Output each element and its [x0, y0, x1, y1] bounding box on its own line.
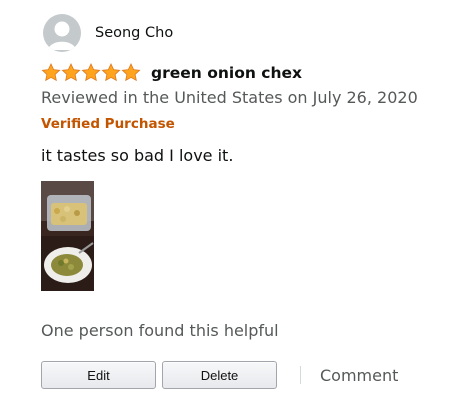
- action-divider: [300, 366, 301, 384]
- comment-link[interactable]: Comment: [320, 366, 398, 385]
- review-actions: Edit Delete Comment: [41, 361, 398, 389]
- helpful-count: One person found this helpful: [41, 321, 279, 340]
- review-body: it tastes so bad I love it.: [41, 146, 234, 165]
- edit-button[interactable]: Edit: [41, 361, 156, 389]
- review-title[interactable]: green onion chex: [151, 64, 302, 82]
- star-icon: [101, 63, 121, 82]
- review-photo-thumbnail[interactable]: [41, 181, 94, 291]
- reviewer-profile[interactable]: Seong Cho: [43, 14, 173, 52]
- reviewer-name[interactable]: Seong Cho: [95, 25, 173, 41]
- review-title-row: green onion chex: [41, 63, 302, 82]
- customer-review: Seong Cho green onion chex Reviewed in t…: [0, 0, 467, 409]
- star-icon: [61, 63, 81, 82]
- verified-purchase-badge: Verified Purchase: [41, 116, 175, 132]
- review-date: Reviewed in the United States on July 26…: [41, 88, 418, 107]
- user-silhouette-icon: [48, 21, 76, 50]
- star-icon: [81, 63, 101, 82]
- star-icon: [41, 63, 61, 82]
- delete-button[interactable]: Delete: [162, 361, 277, 389]
- star-rating[interactable]: [41, 63, 141, 82]
- avatar[interactable]: [43, 14, 81, 52]
- star-icon: [121, 63, 141, 82]
